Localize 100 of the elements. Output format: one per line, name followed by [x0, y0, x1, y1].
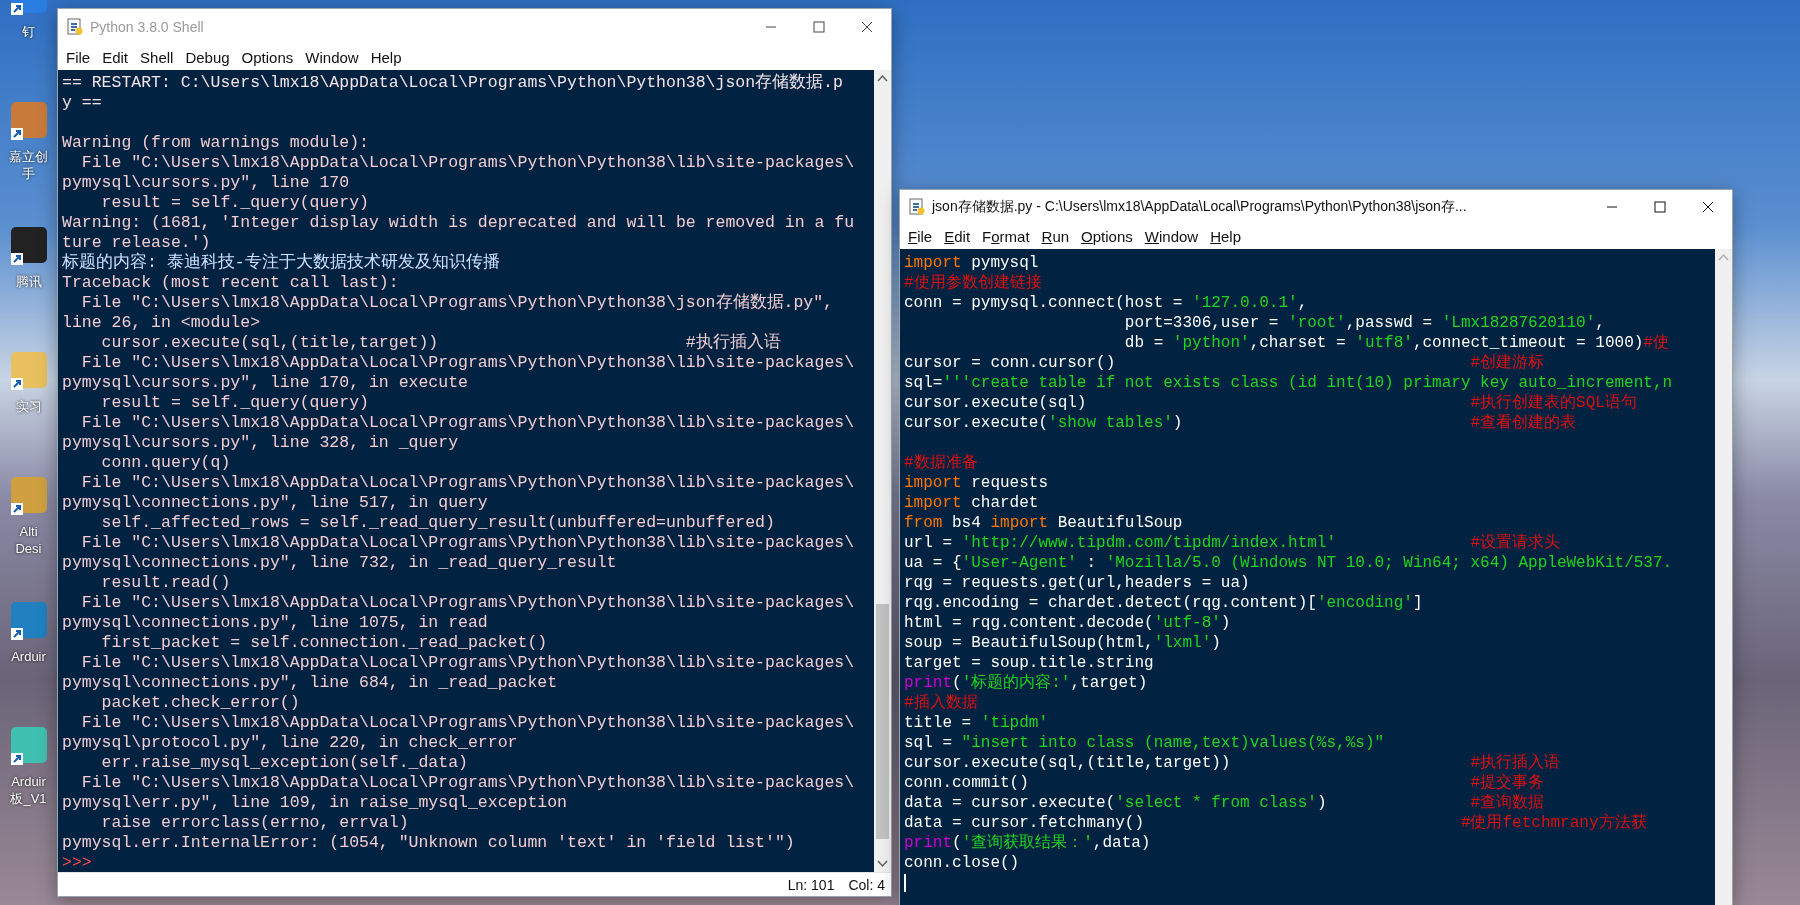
shell-output-line: pymysql\err.py", line 109, in raise_mysql_exception	[62, 793, 568, 813]
python-file-icon	[66, 17, 84, 36]
code-line: print('标题的内容:',target)	[904, 673, 1149, 693]
scrollbar[interactable]	[1715, 249, 1732, 905]
shell-output-line: raise errorclass(errno, errval)	[100, 813, 410, 833]
shell-output-line: >>>	[62, 853, 93, 872]
menu-item[interactable]: Format	[976, 225, 1036, 247]
menu-item[interactable]: Options	[1075, 225, 1139, 247]
shell-output-line: pymysql\connections.py", line 517, in query	[62, 493, 489, 513]
menu-item[interactable]: Edit	[938, 225, 977, 247]
menu-item[interactable]: Help	[1204, 225, 1248, 247]
code-line: port=3306,user = 'root',passwd = 'Lmx18287620110',	[1123, 313, 1606, 333]
shell-output-line: conn.query(q)	[100, 453, 232, 473]
shell-output-line: 标题的内容: 泰迪科技-专注于大数据技术研发及知识传播	[62, 253, 501, 273]
shell-output-line: pymysql\protocol.py", line 220, in check_error	[62, 733, 519, 753]
scrollbar[interactable]	[874, 70, 891, 872]
window-title: json存储数据.py - C:\Users\lmx18\AppData\Local\Programs\Python\Python38\json存...	[932, 197, 1468, 216]
code-line: print('查询获取结果：',data)	[904, 833, 1152, 853]
window-title: Python 3.8.0 Shell	[90, 18, 205, 35]
shell-output-line: File "C:\Users\lmx18\AppData\Local\Programs\Python\Python38\lib\site-packages\	[80, 413, 856, 433]
code-line: ua = {'User-Agent' : 'Mozilla/5.0 (Windows NT 10.0; Win64; x64) AppleWebKit/537.	[904, 553, 1674, 573]
shell-output-line: File "C:\Users\lmx18\AppData\Local\Programs\Python\Python38\lib\site-packages\	[80, 353, 856, 373]
shell-output-line: result.read()	[100, 573, 232, 593]
shell-output-line: pymysql\connections.py", line 732, in _read_query_result	[62, 553, 618, 573]
shell-output-line: err.raise_mysql_exception(self._data)	[100, 753, 469, 773]
shell-output-line: ture release.')	[62, 233, 212, 252]
code-line: html = rqg.content.decode('utf-8')	[904, 613, 1232, 633]
menu-item[interactable]: File	[902, 225, 939, 247]
shell-output-line: pymysql\cursors.py", line 170, in execute	[62, 373, 469, 393]
code-line: conn.close()	[904, 853, 1021, 873]
menu-item[interactable]: Window	[1138, 225, 1205, 247]
code-line: cursor.execute(sql,(title,target)) #执行插入语	[904, 753, 1562, 773]
shell-output-line: File "C:\Users\lmx18\AppData\Local\Programs\Python\Python38\json存储数据.py",	[80, 293, 834, 313]
shell-output-line: pymysql\connections.py", line 684, in _read_packet	[62, 673, 559, 693]
menu-item[interactable]: Run	[1035, 225, 1076, 247]
code-line: db = 'python',charset = 'utf8',connect_timeout = 1000)#使	[1123, 333, 1670, 353]
code-line: target = soup.title.string	[904, 653, 1155, 673]
code-line: cursor = conn.cursor() #创建游标	[904, 353, 1546, 373]
shell-output-line: Warning (from warnings module):	[62, 133, 370, 153]
text-cursor	[904, 874, 906, 892]
code-line: cursor.execute(sql) #执行创建表的SQL语句	[904, 393, 1638, 413]
desktop-icon-label: 实习	[15, 398, 42, 415]
menu-item[interactable]: Debug	[179, 46, 236, 68]
shell-output-line: File "C:\Users\lmx18\AppData\Local\Programs\Python\Python38\lib\site-packages\	[80, 473, 856, 493]
code-line: cursor.execute('show tables') #查看创建的表	[904, 413, 1578, 433]
shell-output-line: line 26, in <module>	[62, 313, 262, 333]
code-line: conn = pymysql.connect(host = '127.0.0.1',	[904, 293, 1309, 313]
code-line: title = 'tipdm'	[904, 713, 1050, 733]
menu-item[interactable]: Edit	[96, 46, 135, 68]
menu-item[interactable]: Options	[235, 46, 300, 68]
maximize-icon	[813, 20, 825, 33]
shell-output-line: File "C:\Users\lmx18\AppData\Local\Programs\Python\Python38\lib\site-packages\	[80, 593, 856, 613]
desktop-icon-label: 嘉立创	[9, 148, 48, 165]
shell-output-line: result = self._query(query)	[100, 393, 370, 413]
shell-output-line: File "C:\Users\lmx18\AppData\Local\Programs\Python\Python38\lib\site-packages\	[80, 713, 856, 733]
scrollbar-thumb[interactable]	[876, 604, 889, 839]
code-line: #数据准备	[904, 453, 979, 473]
code-line: #插入数据	[904, 693, 979, 713]
shell-output-line: y ==	[62, 93, 103, 113]
desktop-icon-label: Desi	[15, 540, 42, 557]
desktop-icon-label: 手	[22, 165, 35, 182]
code-line: from bs4 import BeautifulSoup	[904, 513, 1184, 533]
code-line: data = cursor.fetchmany() #使用fetchmrany方法获	[904, 813, 1648, 833]
menu-item[interactable]: Shell	[134, 46, 180, 68]
code-line: sql = "insert into class (name,text)values(%s,%s)"	[904, 733, 1386, 753]
code-line: data = cursor.execute('select * from class') #查询数据	[904, 793, 1546, 813]
shell-output-line: pymysql\cursors.py", line 170	[62, 173, 351, 193]
code-line: url = 'http://www.tipdm.com/tipdm/index.html' #设置请求头	[904, 533, 1562, 553]
code-line: import requests	[904, 473, 1050, 493]
shell-output-line: pymysql\connections.py", line 1075, in read	[62, 613, 489, 633]
code-line: rqg.encoding = chardet.detect(rqg.content)['encoding']	[904, 593, 1424, 613]
close-icon	[861, 20, 873, 33]
desktop-icon-label: Arduir	[11, 773, 46, 790]
shell-output-line: Warning: (1681, 'Integer display width is deprecated and will be removed in a fu	[62, 213, 856, 233]
menu-item[interactable]: Window	[299, 46, 365, 68]
desktop-icon-label: 腾讯	[15, 273, 42, 290]
shell-output-line: pymysql\cursors.py", line 328, in _query	[62, 433, 460, 453]
shell-output-line: first_packet = self.connection._read_packet()	[100, 633, 549, 653]
desktop-icon-label: 板_V1	[10, 790, 47, 807]
code-line: sql='''create table if not exists class (id int(10) primary key auto_increment,n	[904, 373, 1674, 393]
code-line: conn.commit() #提交事务	[904, 773, 1546, 793]
line-number-indicator: Ln: 101	[787, 876, 835, 893]
code-line: import pymysql	[904, 253, 1040, 273]
code-line: import chardet	[904, 493, 1040, 513]
menu-item[interactable]: Help	[364, 46, 408, 68]
code-line: rqg = requests.get(url,headers = ua)	[904, 573, 1251, 593]
python-file-icon	[908, 197, 926, 216]
desktop-icon-label: Alti	[19, 523, 38, 540]
shell-output-line: File "C:\Users\lmx18\AppData\Local\Programs\Python\Python38\lib\site-packages\	[80, 533, 856, 553]
shell-output-line: File "C:\Users\lmx18\AppData\Local\Programs\Python\Python38\lib\site-packages\	[80, 653, 856, 673]
shell-output-line: pymysql.err.InternalError: (1054, "Unknown column 'text' in 'field list'")	[62, 833, 796, 853]
code-line: #使用参数创建链接	[904, 273, 1043, 293]
column-number-indicator: Col: 4	[848, 876, 885, 893]
code-line: soup = BeautifulSoup(html,'lxml')	[904, 633, 1222, 653]
shell-output-line: packet.check_error()	[100, 693, 301, 713]
shell-output-line: File "C:\Users\lmx18\AppData\Local\Programs\Python\Python38\lib\site-packages\	[80, 773, 856, 793]
desktop-icon-label: 钉	[22, 23, 35, 40]
shell-output-line: self._affected_rows = self._read_query_result(unbuffered=unbuffered)	[100, 513, 776, 533]
menu-item[interactable]: File	[60, 46, 97, 68]
shell-output-line: result = self._query(query)	[100, 193, 370, 213]
